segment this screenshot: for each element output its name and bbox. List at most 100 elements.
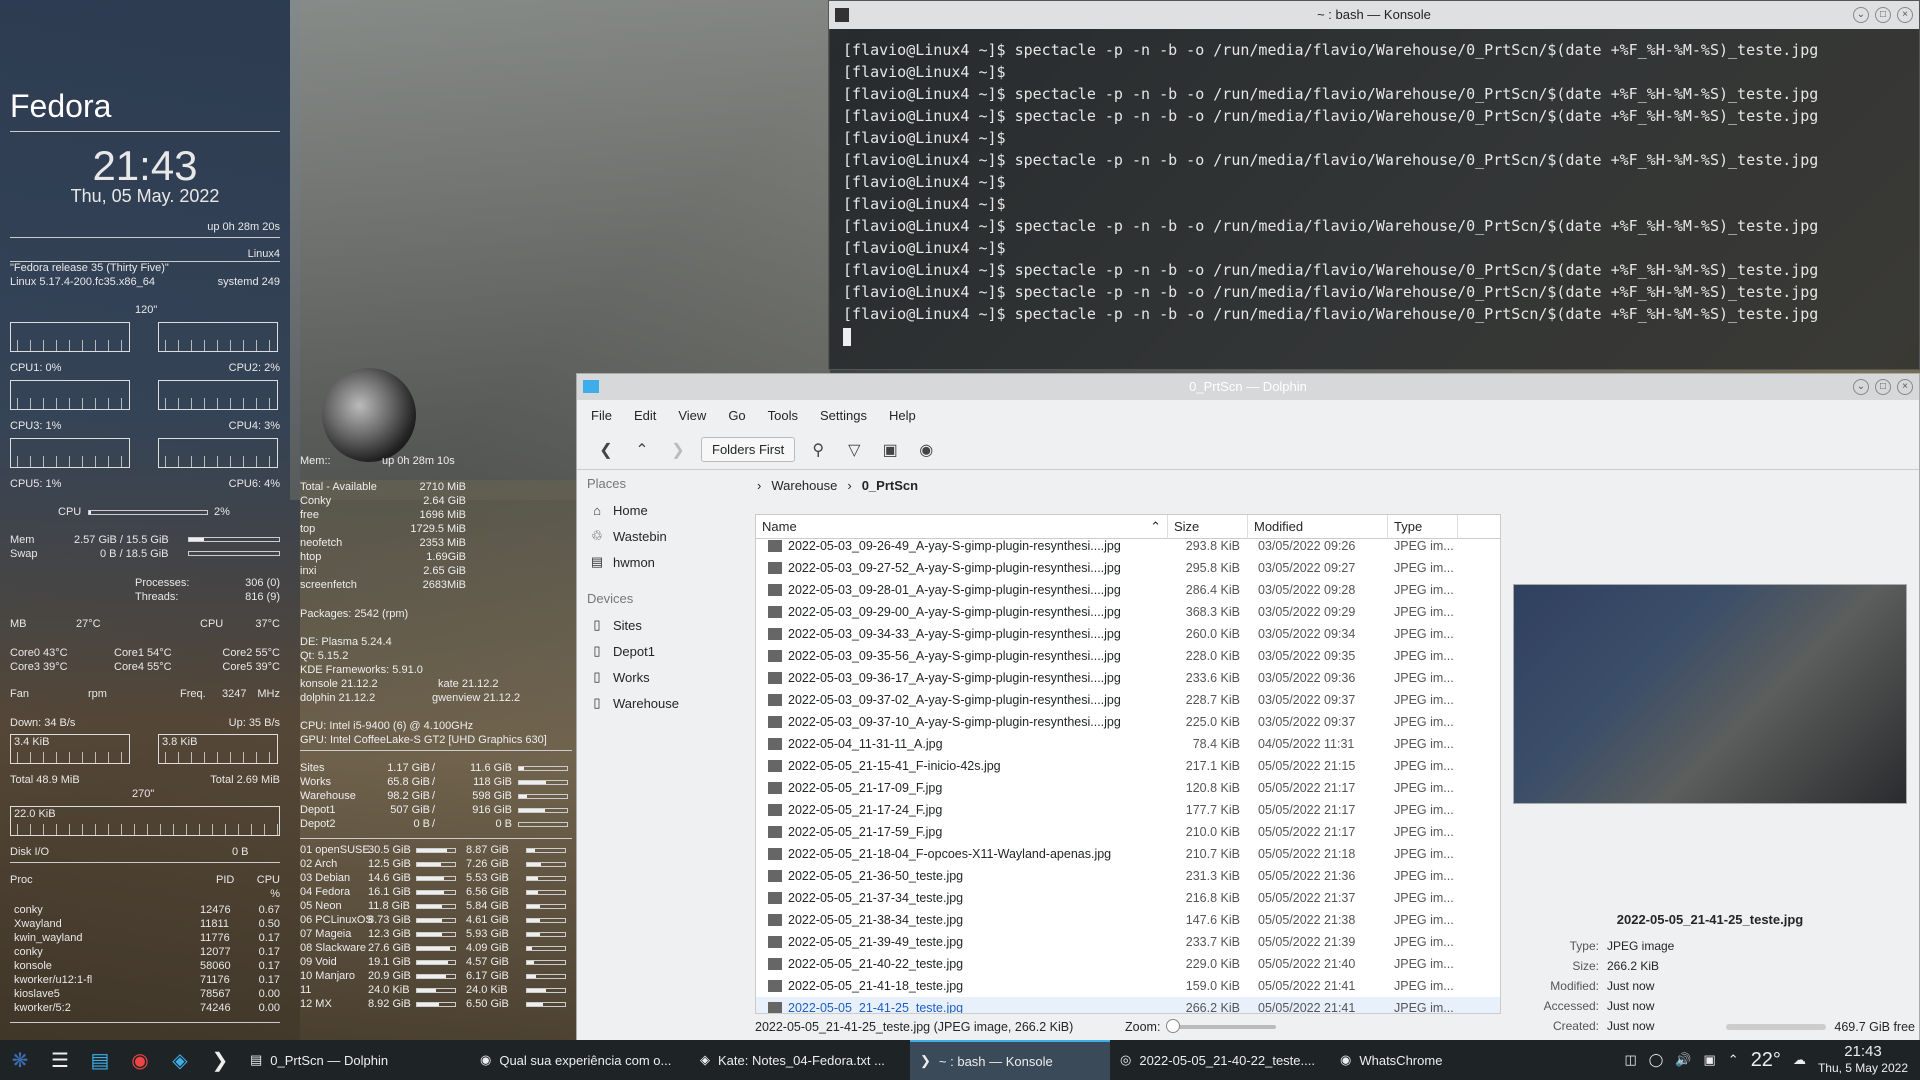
menu-view[interactable]: View — [678, 408, 706, 423]
settings-icon[interactable]: ☰ — [40, 1040, 80, 1080]
menu-settings[interactable]: Settings — [820, 408, 867, 423]
folders-first-button[interactable]: Folders First — [701, 437, 796, 462]
cloud-icon[interactable]: ☁ — [1793, 1052, 1806, 1068]
terminal-icon[interactable]: ❯ — [200, 1040, 240, 1080]
terminal-output[interactable]: [flavio@Linux4 ~]$ spectacle -p -n -b -o… — [829, 29, 1919, 357]
place-hwmon[interactable]: ▤ hwmon — [577, 549, 741, 575]
menu-go[interactable]: Go — [728, 408, 745, 423]
pct-header: % — [270, 888, 280, 900]
breadcrumb-current[interactable]: 0_PrtScn — [862, 478, 918, 493]
file-row[interactable]: 2022-05-05_21-17-24_F.jpg 177.7 KiB 05/05/… — [756, 799, 1500, 821]
file-row[interactable]: 2022-05-05_21-18-04_F-opcoes-X11-Wayland… — [756, 843, 1500, 865]
file-row[interactable]: 2022-05-05_21-36-50_teste.jpg 231.3 KiB 05… — [756, 865, 1500, 887]
maximize-icon[interactable]: □ — [1875, 7, 1891, 23]
file-row[interactable]: 2022-05-05_21-39-49_teste.jpg 233.7 KiB 05… — [756, 931, 1500, 953]
clipboard-icon[interactable]: ◫ — [1624, 1052, 1636, 1068]
column-size[interactable]: Size — [1168, 515, 1248, 539]
task-button[interactable]: ◉ WhatsChrome — [1330, 1040, 1470, 1080]
new-folder-icon[interactable]: ▣ — [877, 437, 903, 463]
menu-help[interactable]: Help — [889, 408, 916, 423]
task-label: WhatsChrome — [1359, 1052, 1443, 1068]
device-warehouse[interactable]: ▯ Warehouse — [577, 690, 741, 716]
maximize-icon[interactable]: □ — [1875, 379, 1891, 395]
file-row[interactable]: 2022-05-04_11-31-11_A.jpg 78.4 KiB 04/05/2… — [756, 733, 1500, 755]
zoom-slider[interactable] — [1166, 1019, 1277, 1033]
kate-icon[interactable]: ◈ — [160, 1040, 200, 1080]
file-row[interactable]: 2022-05-05_21-37-34_teste.jpg 216.8 KiB 05… — [756, 887, 1500, 909]
task-button[interactable]: ❯ ~ : bash — Konsole — [910, 1040, 1110, 1080]
column-type[interactable]: Type — [1388, 515, 1458, 539]
konsole-titlebar[interactable]: ~ : bash — Konsole ⌄ □ × — [829, 1, 1919, 29]
task-button[interactable]: ▤ 0_PrtScn — Dolphin — [240, 1040, 470, 1080]
column-name[interactable]: Name ⌃ — [756, 515, 1168, 539]
mem-row-label: htop — [300, 551, 322, 563]
breadcrumb-item[interactable]: Warehouse — [771, 478, 837, 493]
partition-bar — [526, 960, 566, 965]
preview-icon[interactable]: ◉ — [913, 437, 939, 463]
minimize-icon[interactable]: ⌄ — [1853, 379, 1869, 395]
terminal-cursor-line[interactable] — [843, 325, 1905, 347]
file-row[interactable]: 2022-05-05_21-17-59_F.jpg 210.0 KiB 05/05/… — [756, 821, 1500, 843]
process-name: Xwayland — [14, 918, 62, 930]
minimize-icon[interactable]: ⌄ — [1853, 7, 1869, 23]
chrome-icon[interactable]: ◉ — [120, 1040, 160, 1080]
file-name-cell: 2022-05-05_21-17-24_F.jpg — [756, 803, 1168, 817]
partition-name: 02 Arch — [300, 858, 338, 870]
file-row[interactable]: 2022-05-03_09-28-01_A-yay-S-gimp-plugin-… — [756, 579, 1500, 601]
up-icon[interactable]: ⌃ — [629, 437, 655, 463]
temperature[interactable]: 22° — [1751, 1049, 1781, 1072]
file-row[interactable]: 2022-05-05_21-41-18_teste.jpg 159.0 KiB 05… — [756, 975, 1500, 997]
file-list[interactable]: Name ⌃ Size Modified Type 2022-05-03_09-2… — [755, 514, 1501, 1014]
file-manager-icon[interactable]: ▤ — [80, 1040, 120, 1080]
file-row[interactable]: 2022-05-03_09-37-02_A-yay-S-gimp-plugin-… — [756, 689, 1500, 711]
file-size: 266.2 KiB — [1185, 1001, 1240, 1014]
partition-name: 03 Debian — [300, 872, 351, 884]
expand-tray-icon[interactable]: ⌃ — [1728, 1052, 1739, 1068]
network-icon[interactable]: ▣ — [1703, 1052, 1715, 1068]
file-row[interactable]: 2022-05-03_09-36-17_A-yay-S-gimp-plugin-… — [756, 667, 1500, 689]
zoom-label: Zoom: — [1125, 1020, 1161, 1034]
menu-file[interactable]: File — [591, 408, 612, 423]
file-row[interactable]: 2022-05-03_09-29-00_A-yay-S-gimp-plugin-… — [756, 601, 1500, 623]
dolphin-titlebar[interactable]: 0_PrtScn — Dolphin ⌄ □ × — [577, 374, 1919, 400]
place-wastebin[interactable]: ♲ Wastebin — [577, 523, 741, 549]
search-icon[interactable]: ⚲ — [805, 437, 831, 463]
process-cpu: 0.50 — [258, 918, 280, 930]
task-button[interactable]: ◎ 2022-05-05_21-40-22_teste.... — [1110, 1040, 1330, 1080]
filter-icon[interactable]: ▽ — [841, 437, 867, 463]
file-row[interactable]: 2022-05-03_09-37-10_A-yay-S-gimp-plugin-… — [756, 711, 1500, 733]
file-type: JPEG im... — [1394, 671, 1454, 685]
column-modified[interactable]: Modified — [1248, 515, 1388, 539]
forward-icon[interactable]: ❯ — [665, 437, 691, 463]
file-row[interactable]: 2022-05-03_09-34-33_A-yay-S-gimp-plugin-… — [756, 623, 1500, 645]
back-icon[interactable]: ❮ — [593, 437, 619, 463]
file-row[interactable]: 2022-05-03_09-35-56_A-yay-S-gimp-plugin-… — [756, 645, 1500, 667]
zoom-handle[interactable] — [1166, 1019, 1181, 1033]
notifications-icon[interactable]: ◯ — [1649, 1052, 1664, 1068]
clock[interactable]: 21:43 Thu, 5 May 2022 — [1818, 1044, 1908, 1076]
task-button[interactable]: ◉ Qual sua experiência com o... — [470, 1040, 690, 1080]
konsole-window[interactable]: ~ : bash — Konsole ⌄ □ × [flavio@Linux4 … — [828, 0, 1920, 370]
place-home[interactable]: ⌂ Home — [577, 497, 741, 523]
close-icon[interactable]: × — [1897, 7, 1913, 23]
file-row[interactable]: 2022-05-03_09-27-52_A-yay-S-gimp-plugin-… — [756, 557, 1500, 579]
file-type: JPEG im... — [1394, 627, 1454, 641]
file-row[interactable]: 2022-05-05_21-40-22_teste.jpg 229.0 KiB 05… — [756, 953, 1500, 975]
task-button[interactable]: ◈ Kate: Notes_04-Fedora.txt ... — [690, 1040, 910, 1080]
file-size: 210.0 KiB — [1185, 825, 1240, 839]
device-sites[interactable]: ▯ Sites — [577, 612, 741, 638]
file-row[interactable]: 2022-05-05_21-17-09_F.jpg 120.8 KiB 05/05/… — [756, 777, 1500, 799]
device-works[interactable]: ▯ Works — [577, 664, 741, 690]
menu-tools[interactable]: Tools — [768, 408, 798, 423]
fedora-launcher-icon[interactable]: ❋ — [0, 1040, 40, 1080]
os-name: Fedora — [10, 88, 112, 124]
file-row[interactable]: 2022-05-05_21-41-25_teste.jpg 266.2 KiB 05… — [756, 997, 1500, 1014]
close-icon[interactable]: × — [1897, 379, 1913, 395]
file-row[interactable]: 2022-05-05_21-38-34_teste.jpg 147.6 KiB 05… — [756, 909, 1500, 931]
file-row[interactable]: 2022-05-05_21-15-41_F-inicio-42s.jpg 217.… — [756, 755, 1500, 777]
device-depot1[interactable]: ▯ Depot1 — [577, 638, 741, 664]
disk-sep: / — [432, 776, 436, 788]
dolphin-window[interactable]: 0_PrtScn — Dolphin ⌄ □ × File Edit View Go T… — [576, 373, 1920, 1043]
volume-icon[interactable]: 🔊 — [1675, 1052, 1691, 1068]
menu-edit[interactable]: Edit — [634, 408, 656, 423]
